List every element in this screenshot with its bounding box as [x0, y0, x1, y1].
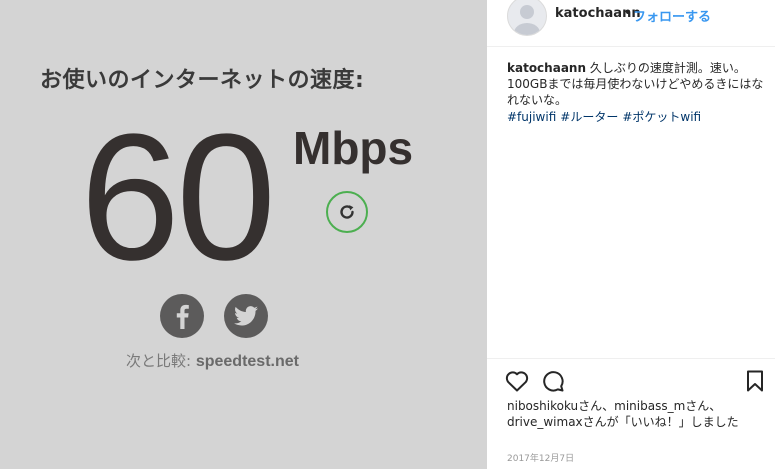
- compare-prefix: 次と比較:: [126, 352, 196, 370]
- likes-text[interactable]: niboshikokuさん、minibass_mさん、drive_wimaxさん…: [507, 398, 767, 430]
- refresh-icon: [326, 191, 368, 233]
- speed-value: 60: [80, 97, 276, 298]
- heart-icon[interactable]: [505, 369, 529, 393]
- post-panel: katochaann • フォローする katochaann 久しぶりの速度計測…: [487, 0, 775, 469]
- post-image: お使いのインターネットの速度: 60 Mbps 次と比較: speedtest.…: [0, 0, 487, 469]
- post-date[interactable]: 2017年12月7日: [507, 451, 574, 464]
- bookmark-icon[interactable]: [743, 369, 767, 393]
- follow-button[interactable]: フォローする: [633, 6, 711, 25]
- caption-username[interactable]: katochaann: [507, 61, 586, 75]
- avatar[interactable]: [507, 0, 547, 36]
- compare-site: speedtest.net: [195, 353, 299, 370]
- hashtag-router[interactable]: #ルーター: [560, 110, 618, 124]
- speed-unit: Mbps: [293, 122, 414, 174]
- hashtag-fujiwifi[interactable]: #fujiwifi: [507, 110, 556, 124]
- action-bar: [487, 358, 775, 399]
- hashtag-pocket-wifi[interactable]: #ポケットwifi: [622, 110, 701, 124]
- comment-icon[interactable]: [541, 369, 565, 393]
- compare-text: 次と比較: speedtest.net: [126, 350, 299, 371]
- caption: katochaann 久しぶりの速度計測。速い。100GBまでは毎月使わないけど…: [507, 60, 765, 108]
- separator: •: [624, 6, 632, 21]
- hashtags: #fujiwifi #ルーター #ポケットwifi: [507, 108, 705, 125]
- twitter-icon: [224, 294, 268, 338]
- post-header: katochaann • フォローする: [487, 0, 775, 47]
- facebook-icon: [160, 294, 204, 338]
- speed-title: お使いのインターネットの速度:: [40, 68, 365, 93]
